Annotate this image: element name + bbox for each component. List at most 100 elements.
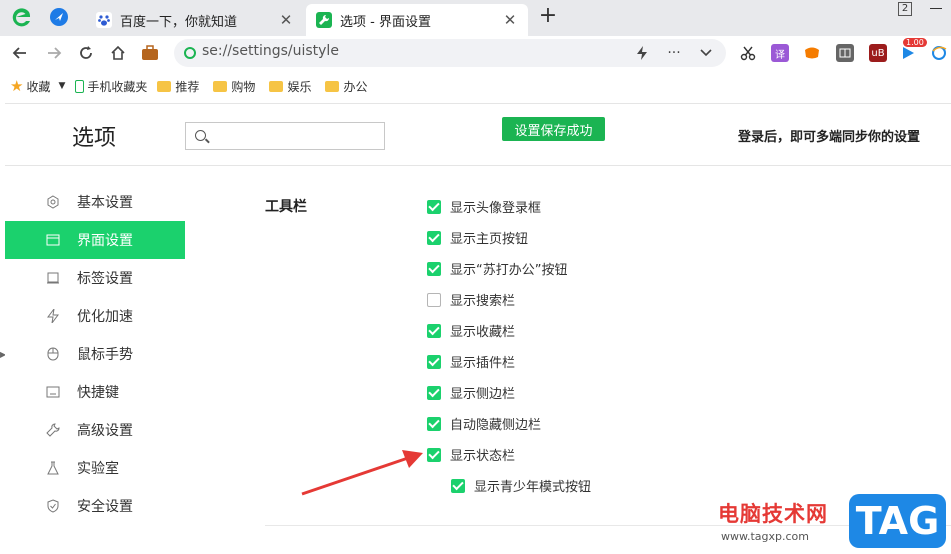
page-title: 选项 <box>72 126 117 151</box>
sidebar-item-basic[interactable]: 基本设置 <box>5 183 185 221</box>
chevron-down-icon[interactable] <box>696 43 716 63</box>
tab-title: 百度一下，你就知道 <box>120 14 238 30</box>
sidebar-item-lab[interactable]: 实验室 <box>5 449 185 487</box>
more-icon[interactable]: ··· <box>664 43 684 63</box>
settings-content: 工具栏 显示头像登录框 显示主页按钮 显示“苏打办公”按钮 显示搜索栏 显示收藏… <box>185 166 951 554</box>
search-box[interactable] <box>185 122 385 150</box>
settings-header: 选项 设置保存成功 登录后，即可多端同步你的设置 <box>5 104 951 166</box>
reader-icon[interactable] <box>836 44 854 62</box>
checkbox[interactable] <box>427 199 441 214</box>
sidebar-item-interface[interactable]: 界面设置 <box>5 221 185 259</box>
close-icon[interactable]: ✕ <box>278 12 294 28</box>
browser-logo-icon[interactable] <box>8 4 34 30</box>
option-autohide-sidebar[interactable]: 自动隐藏侧边栏 <box>427 414 541 433</box>
checkbox[interactable] <box>427 354 441 369</box>
sync-hint[interactable]: 登录后，即可多端同步你的设置 <box>738 126 920 145</box>
option-soda-office[interactable]: 显示“苏打办公”按钮 <box>427 259 567 278</box>
option-search-bar[interactable]: 显示搜索栏 <box>427 290 515 309</box>
home-icon[interactable] <box>106 41 130 65</box>
scissors-icon[interactable] <box>736 41 760 65</box>
secure-icon <box>184 47 196 59</box>
bookmark-label: 收藏 <box>26 79 51 94</box>
wrench-icon <box>45 422 61 438</box>
sidebar-item-speed[interactable]: 优化加速 <box>5 297 185 335</box>
option-avatar-login[interactable]: 显示头像登录框 <box>427 197 541 216</box>
ublock-icon[interactable]: uB <box>869 44 887 62</box>
bookmark-mobile[interactable]: 手机收藏夹 <box>75 78 147 95</box>
sidebar-item-tabs[interactable]: 标签设置 <box>5 259 185 297</box>
option-teen-mode-button[interactable]: 显示青少年模式按钮 <box>451 476 591 495</box>
checkbox[interactable] <box>427 261 441 276</box>
option-label: 显示主页按钮 <box>450 232 529 247</box>
back-arrow-icon[interactable] <box>8 41 32 65</box>
option-label: 显示插件栏 <box>450 356 516 371</box>
option-label: 显示头像登录框 <box>450 201 542 216</box>
option-label: 显示“苏打办公”按钮 <box>450 263 568 278</box>
sidebar-item-gestures[interactable]: 鼠标手势 <box>5 335 185 373</box>
bookmark-folder-shopping[interactable]: 购物 <box>213 78 255 95</box>
navigation-icon[interactable] <box>50 8 68 26</box>
new-tab-button[interactable]: + <box>536 5 560 29</box>
game-icon[interactable] <box>803 44 821 62</box>
search-input[interactable] <box>214 125 379 147</box>
address-bar[interactable]: se://settings/uistyle ··· <box>174 39 726 67</box>
option-status-bar[interactable]: 显示状态栏 <box>427 445 515 464</box>
bookmark-folder-recommend[interactable]: 推荐 <box>157 78 199 95</box>
bookmark-folder-office[interactable]: 办公 <box>325 78 367 95</box>
folder-icon <box>213 80 228 92</box>
baidu-paw-icon <box>96 12 112 28</box>
watermark-text: 电脑技术网 <box>718 502 828 526</box>
caret-down-icon[interactable]: ▼ <box>58 81 65 91</box>
bookmark-folder-entertainment[interactable]: 娱乐 <box>269 78 311 95</box>
sidebar-item-advanced[interactable]: 高级设置 <box>5 411 185 449</box>
option-home-button[interactable]: 显示主页按钮 <box>427 228 528 247</box>
sidebar-item-shortcuts[interactable]: 快捷键 <box>5 373 185 411</box>
close-icon[interactable]: ✕ <box>502 12 518 28</box>
option-label: 显示青少年模式按钮 <box>474 480 592 495</box>
bookmark-label: 手机收藏夹 <box>87 79 148 94</box>
sidebar-item-label: 基本设置 <box>77 195 133 211</box>
section-title-toolbar: 工具栏 <box>265 199 307 215</box>
refresh-icon[interactable] <box>74 41 98 65</box>
bookmark-favorites[interactable]: ★ 收藏 ▼ <box>10 77 65 95</box>
search-icon <box>195 130 206 141</box>
option-bookmarks-bar[interactable]: 显示收藏栏 <box>427 321 515 340</box>
bookmark-label: 推荐 <box>175 79 200 94</box>
translate-icon[interactable]: 译 <box>771 44 789 62</box>
lightning-icon[interactable] <box>632 43 652 63</box>
phone-icon <box>75 79 85 93</box>
checkbox[interactable] <box>427 230 441 245</box>
tab-count-badge[interactable]: 2 <box>898 2 912 16</box>
option-extensions-bar[interactable]: 显示插件栏 <box>427 352 515 371</box>
mouse-icon <box>45 346 61 362</box>
option-sidebar[interactable]: 显示侧边栏 <box>427 383 515 402</box>
watermark-url: www.tagxp.com <box>721 530 809 543</box>
url-text[interactable]: se://settings/uistyle <box>202 43 339 59</box>
checkbox[interactable] <box>427 447 441 462</box>
tab-settings[interactable]: 选项 - 界面设置 ✕ <box>306 4 528 36</box>
star-icon: ★ <box>10 77 24 95</box>
sidebar-item-label: 安全设置 <box>77 499 133 515</box>
checkbox[interactable] <box>427 323 441 338</box>
option-label: 显示收藏栏 <box>450 325 516 340</box>
sidebar-item-label: 快捷键 <box>77 385 119 401</box>
checkbox[interactable] <box>427 292 441 307</box>
bookmark-label: 娱乐 <box>287 79 312 94</box>
checkbox[interactable] <box>451 478 465 493</box>
window-icon <box>45 232 61 248</box>
tab-baidu[interactable]: 百度一下，你就知道 ✕ <box>86 4 304 36</box>
checkbox[interactable] <box>427 416 441 431</box>
forward-arrow-icon[interactable] <box>42 41 66 65</box>
bookmark-label: 购物 <box>231 79 256 94</box>
folder-icon <box>157 80 172 92</box>
minimize-icon[interactable] <box>930 8 942 9</box>
sidebar-item-label: 高级设置 <box>77 423 133 439</box>
sidebar-item-security[interactable]: 安全设置 <box>5 487 185 525</box>
checkbox[interactable] <box>427 385 441 400</box>
option-label: 显示搜索栏 <box>450 294 516 309</box>
briefcase-icon[interactable] <box>138 41 162 65</box>
sidebar-item-label: 界面设置 <box>77 233 133 249</box>
ie-icon[interactable] <box>930 44 948 62</box>
bookmark-label: 办公 <box>343 79 368 94</box>
extension-badge: 1.00 <box>903 38 927 47</box>
